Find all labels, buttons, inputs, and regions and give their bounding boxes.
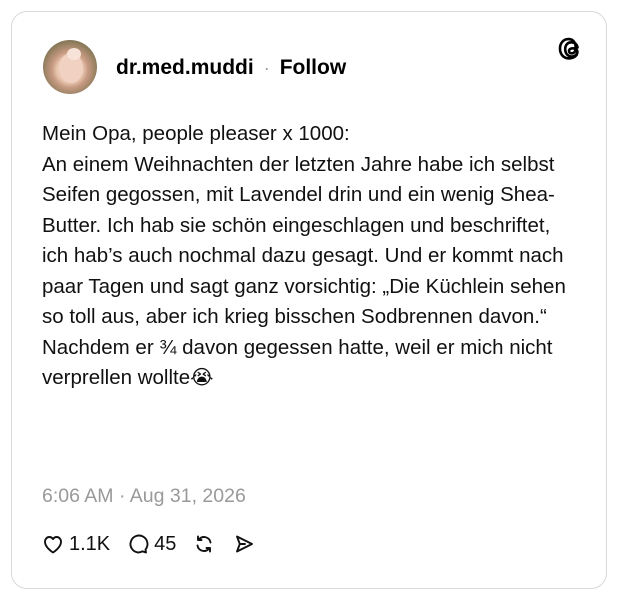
post-card: dr.med.muddi · Follow Mein Opa, people p… [11, 11, 607, 589]
heart-icon [44, 536, 62, 554]
post-timestamp: 6:06 AM · Aug 31, 2026 [42, 485, 246, 507]
repost-button[interactable] [192, 532, 216, 556]
like-count: 1.1K [69, 532, 111, 555]
share-icon [236, 535, 254, 553]
threads-logo-icon[interactable] [556, 34, 586, 64]
share-button[interactable] [232, 532, 256, 556]
post-body-text: Mein Opa, people pleaser x 1000: An eine… [42, 122, 566, 389]
follow-button[interactable]: Follow [280, 56, 347, 80]
reply-button[interactable]: 45 [126, 532, 176, 556]
crying-face-emoji: 😭 [190, 367, 214, 390]
repost-icon [196, 535, 212, 553]
post-header: dr.med.muddi · Follow [116, 56, 346, 80]
action-bar: 1.1K 45 [41, 532, 272, 556]
username[interactable]: dr.med.muddi [116, 56, 254, 80]
like-button[interactable]: 1.1K [41, 532, 110, 556]
comment-icon [129, 534, 149, 554]
reply-count: 45 [154, 532, 177, 555]
post-body: Mein Opa, people pleaser x 1000: An eine… [42, 119, 582, 394]
separator-dot: · [263, 57, 270, 78]
avatar[interactable] [43, 40, 97, 94]
